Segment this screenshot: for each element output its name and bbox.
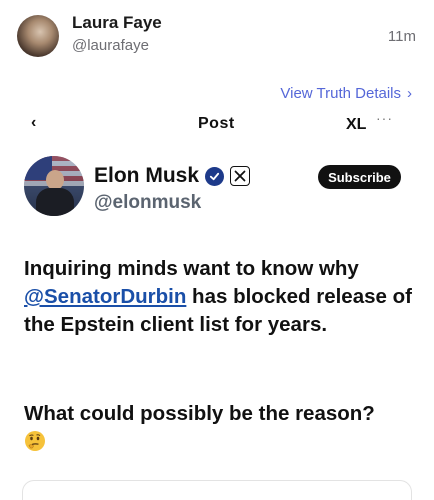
chevron-right-icon: › [407, 85, 412, 102]
author-name[interactable]: Laura Faye [72, 13, 162, 33]
more-dots-icon: ··· [376, 112, 393, 126]
avatar[interactable] [17, 15, 59, 57]
x-logo-icon [230, 166, 251, 186]
author-handle[interactable]: @laurafaye [72, 37, 149, 54]
clipped-title: Post [198, 115, 235, 132]
post-text-part: Inquiring minds want to know why [24, 257, 359, 280]
embedded-screenshot: ‹ Post XL ··· Elon Musk @elonmusk Subscr… [0, 112, 434, 500]
post-header: Laura Faye @laurafaye 11m [0, 0, 434, 72]
subscribe-button: Subscribe [318, 165, 401, 189]
next-card-edge [22, 480, 412, 500]
post-timestamp: 11m [387, 28, 416, 45]
mention-link: @SenatorDurbin [24, 285, 187, 308]
thinking-face-icon [25, 431, 45, 451]
embedded-author-handle: @elonmusk [94, 192, 202, 213]
verified-badge-icon [205, 166, 225, 186]
back-chevron-icon: ‹ [31, 114, 37, 131]
view-truth-details-link[interactable]: View Truth Details › [280, 85, 412, 102]
embedded-post-question: What could possibly be the reason? [24, 402, 375, 425]
clipped-xl-label: XL [346, 116, 367, 133]
embedded-avatar [24, 156, 84, 216]
clipped-nav-bar: ‹ Post XL ··· [0, 112, 434, 134]
embedded-post-text: Inquiring minds want to know why @Senato… [24, 255, 416, 339]
embedded-author-name-row: Elon Musk [94, 164, 251, 188]
view-details-label: View Truth Details [280, 85, 401, 102]
embedded-author-name: Elon Musk [94, 164, 200, 187]
